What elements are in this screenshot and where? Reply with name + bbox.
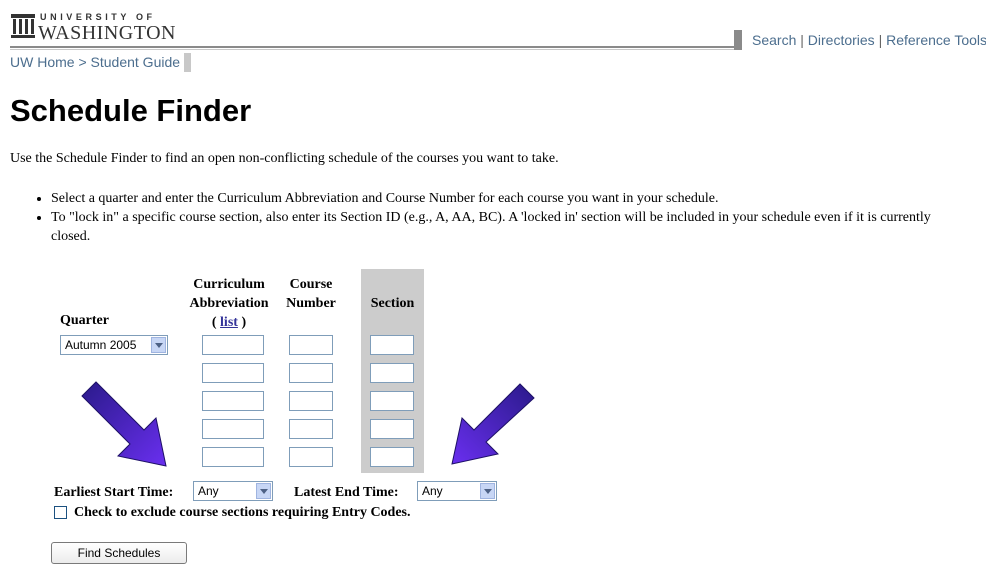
earliest-start-label: Earliest Start Time: [54,485,174,500]
chevron-down-icon[interactable] [480,483,495,499]
curriculum-input-2[interactable] [202,363,264,383]
course-number-input-3[interactable] [289,391,333,411]
quarter-label: Quarter [60,313,109,328]
uw-seal-icon [11,14,35,38]
breadcrumb: UW Home > Student Guide [10,53,192,72]
link-separator: | [878,32,883,48]
section-header: Section [370,296,415,311]
arrow-down-left-icon [451,383,535,465]
course-number-header: Course Number [282,275,340,313]
section-input-3[interactable] [370,391,414,411]
breadcrumb-separator: > [78,54,87,70]
course-header-line1: Course [289,277,333,292]
latest-end-label: Latest End Time: [294,485,399,500]
section-input-2[interactable] [370,363,414,383]
earliest-start-value: Any [198,484,219,498]
intro-text: Use the Schedule Finder to find an open … [10,151,559,166]
earliest-start-select[interactable]: Any [193,481,273,501]
curriculum-list-link[interactable]: list [220,315,238,330]
curriculum-header: Curriculum Abbreviation ( list ) [184,275,274,332]
curriculum-input-4[interactable] [202,419,264,439]
curriculum-header-line1: Curriculum [193,277,265,292]
section-input-5[interactable] [370,447,414,467]
logo-washington: WASHINGTON [38,22,176,44]
breadcrumb-student-guide[interactable]: Student Guide [91,54,181,70]
search-link[interactable]: Search [752,32,796,48]
latest-end-select[interactable]: Any [417,481,497,501]
reference-tools-link[interactable]: Reference Tools [886,32,986,48]
find-schedules-button[interactable]: Find Schedules [51,542,187,564]
curriculum-input-1[interactable] [202,335,264,355]
page-title: Schedule Finder [10,93,252,128]
course-number-input-2[interactable] [289,363,333,383]
logo-university-of: UNIVERSITY OF [40,12,156,22]
list-link-wrap: ( list ) [211,315,247,330]
curriculum-input-5[interactable] [202,447,264,467]
arrow-down-right-icon [81,381,167,467]
course-number-input-4[interactable] [289,419,333,439]
quarter-select[interactable]: Autumn 2005 [60,335,168,355]
quarter-select-value: Autumn 2005 [65,338,137,352]
course-header-line2: Number [286,296,336,311]
link-separator: | [800,32,804,48]
course-number-input-5[interactable] [289,447,333,467]
curriculum-header-line2: Abbreviation [189,296,269,311]
section-input-4[interactable] [370,419,414,439]
breadcrumb-uw-home[interactable]: UW Home [10,54,75,70]
instruction-item: Select a quarter and enter the Curriculu… [51,189,971,208]
latest-end-value: Any [422,484,443,498]
chevron-down-icon[interactable] [151,337,166,353]
exclude-entry-codes-checkbox[interactable] [54,506,67,519]
course-number-input-1[interactable] [289,335,333,355]
chevron-down-icon[interactable] [256,483,271,499]
top-links: Search | Directories | Reference Tools [734,30,986,50]
instruction-item: To "lock in" a specific course section, … [51,208,971,246]
instructions-list: Select a quarter and enter the Curriculu… [15,189,971,246]
curriculum-input-3[interactable] [202,391,264,411]
exclude-entry-codes-label[interactable]: Check to exclude course sections requiri… [74,505,411,521]
directories-link[interactable]: Directories [808,32,875,48]
section-input-1[interactable] [370,335,414,355]
